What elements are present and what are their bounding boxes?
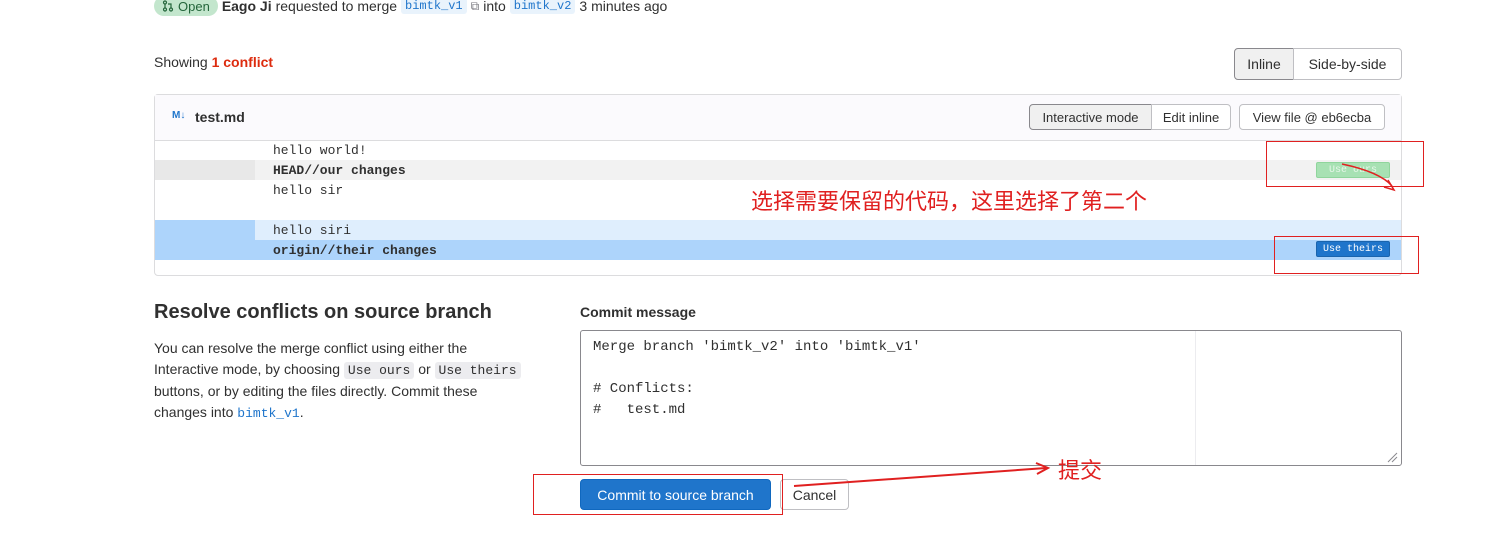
status-badge: Open bbox=[154, 0, 218, 16]
merge-request-icon bbox=[162, 0, 174, 12]
commit-message-line: # test.md bbox=[593, 402, 686, 418]
commit-message-line: Merge branch 'bimtk_v2' into 'bimtk_v1' bbox=[593, 339, 921, 355]
into-text: into bbox=[483, 0, 506, 14]
branch-link[interactable]: bimtk_v1 bbox=[237, 406, 299, 421]
desc-text: or bbox=[418, 361, 431, 377]
time-ago: 3 minutes ago bbox=[579, 0, 668, 14]
resolve-title: Resolve conflicts on source branch bbox=[154, 301, 492, 323]
desc-line: buttons, or by editing the files directl… bbox=[154, 383, 478, 399]
merge-request-header: Open Eago Ji requested to merge bimtk_v1… bbox=[154, 0, 667, 18]
author-link[interactable]: Eago Ji bbox=[222, 0, 272, 14]
conflict-count: 1 conflict bbox=[211, 54, 274, 70]
desc-text: . bbox=[299, 404, 304, 420]
desc-line: changes into bimtk_v1. bbox=[154, 402, 554, 424]
line-content: hello siri bbox=[273, 222, 352, 238]
annotation-choose-note: 选择需要保留的代码，这里选择了第二个 bbox=[751, 190, 1148, 215]
line-content: origin//their changes bbox=[273, 242, 437, 258]
interactive-mode-button[interactable]: Interactive mode bbox=[1029, 104, 1152, 130]
line-gutter bbox=[155, 200, 255, 220]
target-branch-link[interactable]: bimtk_v2 bbox=[509, 0, 576, 14]
use-ours-code: Use ours bbox=[343, 362, 415, 379]
view-file-button[interactable]: View file @ eb6ecba bbox=[1239, 104, 1385, 130]
diff-line-theirs-header: origin//their changes bbox=[155, 240, 1401, 260]
status-badge-label: Open bbox=[178, 0, 210, 14]
conflict-summary: Showing 1 conflict bbox=[154, 54, 273, 70]
diff-line-theirs: hello siri bbox=[155, 220, 1401, 240]
copy-branch-icon[interactable]: ⧉ bbox=[471, 0, 480, 14]
line-gutter bbox=[155, 180, 255, 200]
desc-text: Interactive mode, by choosing bbox=[154, 361, 340, 377]
annotation-box-commit bbox=[533, 474, 783, 515]
line-content: hello world! bbox=[273, 142, 367, 158]
desc-line: You can resolve the merge conflict using… bbox=[154, 340, 468, 356]
line-content: HEAD//our changes bbox=[273, 162, 406, 178]
line-gutter bbox=[155, 160, 255, 180]
desc-line: Interactive mode, by choosing Use ours o… bbox=[154, 359, 554, 381]
resize-handle-icon[interactable] bbox=[1386, 451, 1398, 463]
requested-text: requested to merge bbox=[275, 0, 398, 14]
edit-inline-button[interactable]: Edit inline bbox=[1151, 104, 1231, 130]
line-content: hello sir bbox=[273, 182, 344, 198]
textarea-divider bbox=[1195, 331, 1196, 465]
resolve-description: You can resolve the merge conflict using… bbox=[154, 338, 554, 424]
diff-line: hello world! bbox=[155, 140, 1401, 160]
side-by-side-toggle-button[interactable]: Side-by-side bbox=[1293, 48, 1402, 80]
annotation-box-theirs bbox=[1274, 236, 1419, 274]
markdown-icon: M↓ bbox=[172, 110, 186, 121]
diff-line-ours-header: HEAD//our changes bbox=[155, 160, 1401, 180]
use-theirs-code: Use theirs bbox=[434, 362, 521, 379]
annotation-arrow-icon bbox=[1341, 163, 1396, 192]
line-gutter bbox=[155, 240, 255, 260]
commit-message-label: Commit message bbox=[580, 304, 696, 320]
line-gutter bbox=[155, 220, 255, 240]
commit-message-line: # Conflicts: bbox=[593, 381, 694, 397]
showing-label: Showing bbox=[154, 54, 208, 70]
desc-text: changes into bbox=[154, 404, 234, 420]
line-gutter bbox=[155, 140, 255, 160]
annotation-submit-note: 提交 bbox=[1058, 459, 1103, 484]
annotation-arrow-icon bbox=[793, 462, 1051, 487]
inline-toggle-button[interactable]: Inline bbox=[1234, 48, 1294, 80]
source-branch-link[interactable]: bimtk_v1 bbox=[401, 0, 467, 14]
file-name[interactable]: test.md bbox=[195, 109, 245, 125]
